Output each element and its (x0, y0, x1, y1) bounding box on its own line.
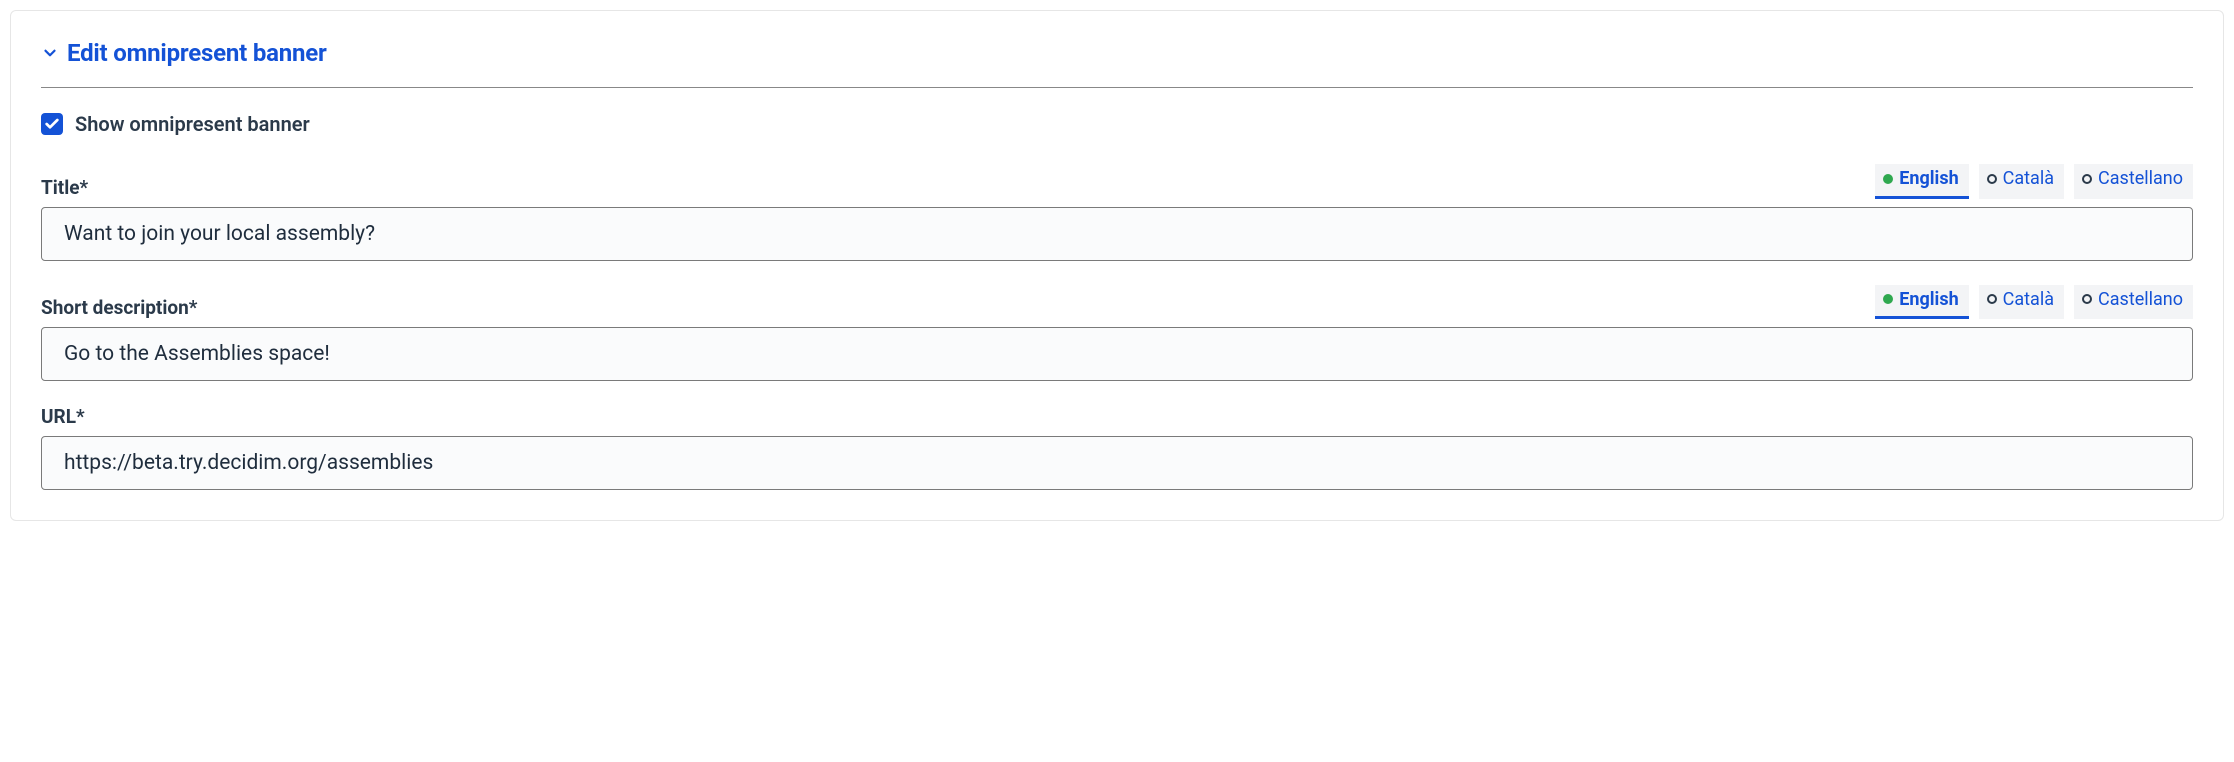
short-desc-field-row: Short description* English Català Castel… (41, 285, 2193, 382)
lang-tab-label: Català (2003, 168, 2054, 190)
lang-tab-label: Català (2003, 289, 2054, 311)
short-desc-lang-castellano[interactable]: Castellano (2074, 285, 2193, 320)
empty-dot-icon (2082, 294, 2092, 304)
panel-header[interactable]: Edit omnipresent banner (41, 39, 2193, 88)
title-field-row: Title* English Català Castellano (41, 164, 2193, 261)
filled-dot-icon (1883, 174, 1893, 184)
chevron-down-icon (41, 44, 59, 62)
lang-tab-label: English (1899, 289, 1958, 311)
short-desc-lang-tabs: English Català Castellano (1875, 285, 2193, 320)
lang-tab-label: Castellano (2098, 289, 2183, 311)
title-lang-english[interactable]: English (1875, 164, 1968, 199)
omnipresent-banner-panel: Edit omnipresent banner Show omnipresent… (10, 10, 2224, 521)
short-desc-input[interactable] (41, 327, 2193, 381)
empty-dot-icon (2082, 174, 2092, 184)
url-input[interactable] (41, 436, 2193, 490)
title-label: Title* (41, 176, 88, 199)
empty-dot-icon (1987, 174, 1997, 184)
filled-dot-icon (1883, 294, 1893, 304)
empty-dot-icon (1987, 294, 1997, 304)
title-input[interactable] (41, 207, 2193, 261)
short-desc-lang-catala[interactable]: Català (1979, 285, 2064, 320)
panel-title: Edit omnipresent banner (67, 39, 327, 67)
title-lang-tabs: English Català Castellano (1875, 164, 2193, 199)
lang-tab-label: Castellano (2098, 168, 2183, 190)
short-desc-label: Short description* (41, 296, 197, 319)
short-desc-lang-english[interactable]: English (1875, 285, 1968, 320)
title-lang-catala[interactable]: Català (1979, 164, 2064, 199)
lang-tab-label: English (1899, 168, 1958, 190)
url-label: URL* (41, 405, 85, 428)
show-banner-row: Show omnipresent banner (41, 112, 2193, 136)
url-field-row: URL* (41, 405, 2193, 490)
show-banner-label: Show omnipresent banner (75, 112, 310, 136)
title-lang-castellano[interactable]: Castellano (2074, 164, 2193, 199)
show-banner-checkbox[interactable] (41, 113, 63, 135)
